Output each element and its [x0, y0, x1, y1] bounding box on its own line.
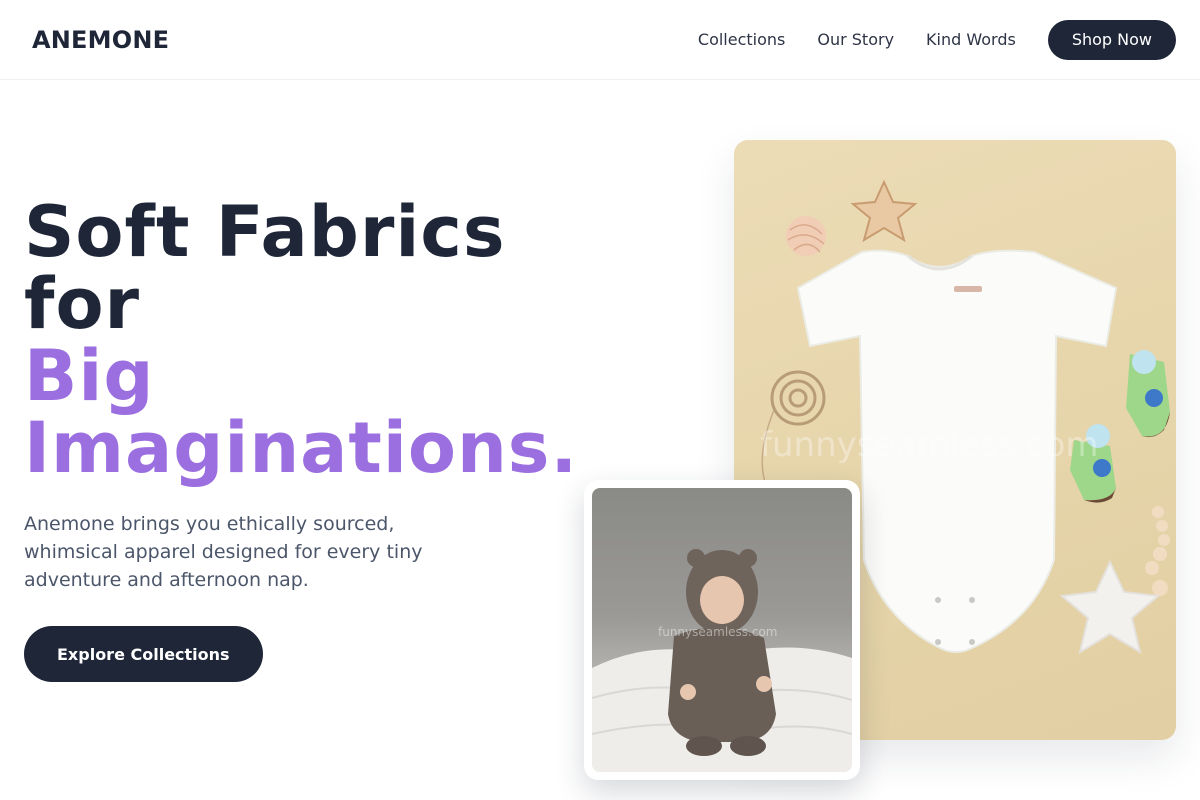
baby-photo: funnyseamless.com	[592, 488, 852, 772]
brand-logo[interactable]: ANEMONE	[32, 26, 169, 54]
nav-link-collections[interactable]: Collections	[698, 30, 785, 49]
hero-title-line-2: for	[24, 263, 141, 345]
shop-now-button[interactable]: Shop Now	[1047, 19, 1176, 60]
baby-illustration: funnyseamless.com	[592, 549, 852, 772]
socks-top	[1126, 350, 1170, 438]
site-header: ANEMONE Collections Our Story Kind Words…	[0, 0, 1200, 80]
wooden-beads	[1145, 506, 1170, 596]
main-nav: Collections Our Story Kind Words Shop No…	[698, 19, 1176, 60]
hero-description: Anemone brings you ethically sourced, wh…	[24, 513, 423, 591]
yarn-ball	[786, 216, 826, 256]
hero-title: Soft Fabrics for Big Imaginations.	[24, 196, 644, 484]
explore-collections-button[interactable]: Explore Collections	[24, 626, 263, 682]
hero-title-accent-line-2: Imaginations.	[24, 407, 579, 489]
hero-title-accent-line-1: Big	[24, 335, 155, 417]
hero-title-line-1: Soft Fabrics	[24, 191, 506, 273]
felt-star	[1059, 559, 1161, 655]
nav-link-our-story[interactable]: Our Story	[817, 30, 894, 49]
wicker-star	[850, 179, 918, 243]
product-watermark: funnyseamless.com	[760, 425, 1099, 465]
baby-photo-card: funnyseamless.com	[584, 480, 860, 780]
baby-watermark: funnyseamless.com	[658, 625, 777, 639]
nav-link-kind-words[interactable]: Kind Words	[926, 30, 1016, 49]
baby-face	[700, 576, 744, 624]
